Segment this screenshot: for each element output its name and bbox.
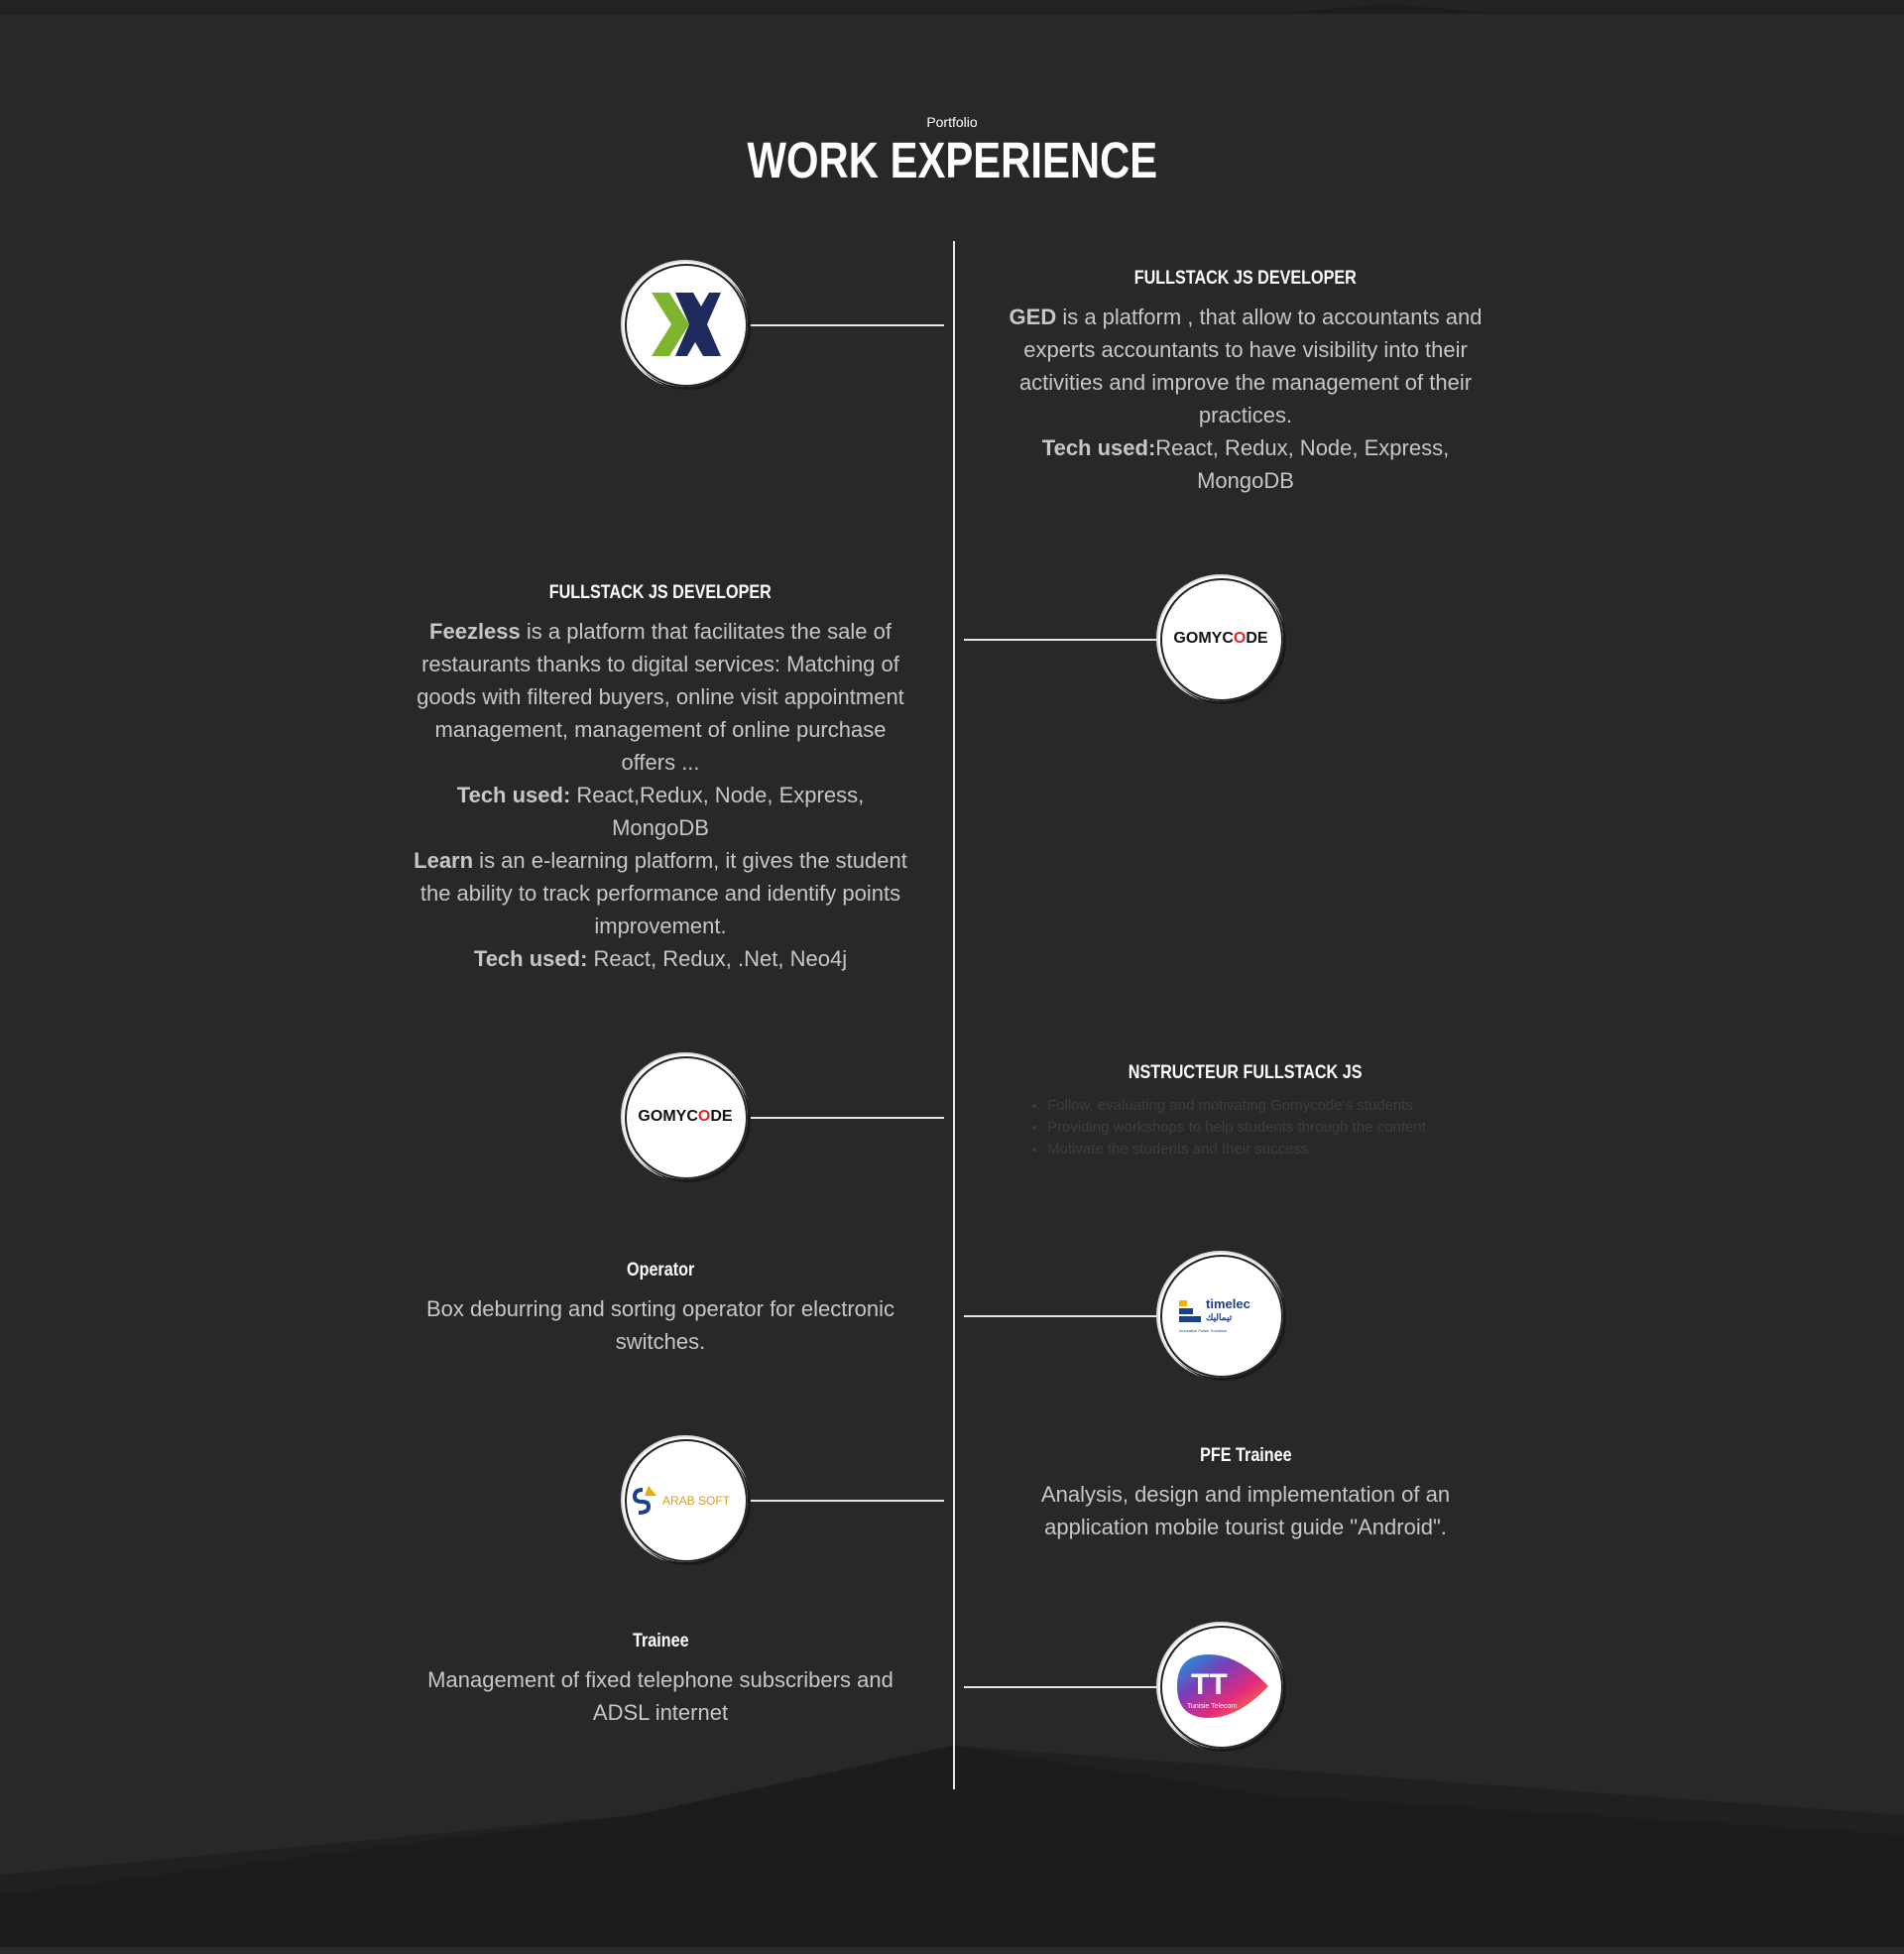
job-title: Trainee <box>632 1631 689 1651</box>
timeline-connector <box>964 639 1158 641</box>
job-description: Feezless is a platform that facilitates … <box>416 619 904 775</box>
timeline-item-6: Trainee Management of fixed telephone su… <box>413 1623 908 1729</box>
top-decoration <box>0 0 1904 14</box>
tech-used: Tech used:React, Redux, Node, Express, M… <box>1041 435 1450 493</box>
timeline-connector <box>750 1500 944 1502</box>
tt-logo-text: TT <box>1191 1668 1228 1701</box>
timeline-item-4: Operator Box deburring and sorting opera… <box>413 1252 908 1358</box>
timeline-item-1: FULLSTACK JS DEVELOPER GED is a platform… <box>998 260 1493 497</box>
x-company-logo <box>623 262 748 387</box>
timelec-logo-text: timelec <box>1206 1296 1250 1311</box>
gomycode-logo-text: GOMYCODE <box>638 1108 733 1125</box>
list-item: Providing workshops to help students thr… <box>1047 1117 1493 1139</box>
section-subtitle: Portfolio <box>926 114 978 130</box>
list-item: Follow, evaluating and motivating Gomyco… <box>1047 1095 1493 1117</box>
timeline-connector <box>750 324 944 326</box>
timelec-logo-subtext: Innovative Power Solutions <box>1179 1328 1227 1333</box>
arabsoft-logo-text: ARAB SOFT <box>662 1494 731 1508</box>
tt-logo-subtext: Tunisie Telecom <box>1187 1703 1237 1710</box>
job-description: Management of fixed telephone subscriber… <box>427 1667 893 1725</box>
tech-used: Tech used: React, Redux, .Net, Neo4j <box>473 946 848 971</box>
job-description: Box deburring and sorting operator for e… <box>425 1296 895 1354</box>
list-item: Motivate the students and their success <box>1047 1139 1493 1160</box>
tunisie-telecom-logo-icon: TT Tunisie Telecom <box>1177 1654 1268 1718</box>
gomycode-accent-letter: O <box>1233 630 1247 647</box>
timelec-logo: timelec تيماليك Innovative Power Solutio… <box>1158 1253 1283 1378</box>
arabsoft-logo-icon: ARAB SOFT <box>632 1486 731 1515</box>
timeline-item-3: NSTRUCTEUR FULLSTACK JS Follow, evaluati… <box>998 1054 1493 1160</box>
job-title: Operator <box>626 1260 695 1281</box>
job-description: GED is a platform , that allow to accoun… <box>1009 305 1483 427</box>
job-bullets: Follow, evaluating and motivating Gomyco… <box>998 1095 1493 1160</box>
job-description: Analysis, design and implementation of a… <box>1040 1482 1451 1539</box>
gomycode-logo-text: GOMYCODE <box>1173 630 1268 647</box>
svg-text:تيماليك: تيماليك <box>1206 1312 1233 1322</box>
timeline-connector <box>750 1117 944 1119</box>
section-title: WORK EXPERIENCE <box>747 132 1158 188</box>
timeline-axis <box>953 241 955 1789</box>
gomycode-logo: GOMYCODE <box>623 1054 748 1179</box>
work-experience-section: Portfolio WORK EXPERIENCE FULLSTACK JS D… <box>0 0 1904 1954</box>
timeline-item-2: FULLSTACK JS DEVELOPER Feezless is a pla… <box>413 574 908 975</box>
x-logo-icon <box>652 293 721 356</box>
timelec-logo-icon: timelec تيماليك Innovative Power Solutio… <box>1179 1296 1250 1333</box>
arabsoft-logo: ARAB SOFT <box>623 1437 748 1562</box>
gomycode-logo: GOMYCODE <box>1158 576 1283 701</box>
timeline-item-5: PFE Trainee Analysis, design and impleme… <box>998 1437 1493 1543</box>
job-description: Learn is an e-learning platform, it give… <box>414 848 907 938</box>
bottom-decoration <box>0 1746 1904 1954</box>
job-title: NSTRUCTEUR FULLSTACK JS <box>1129 1062 1363 1083</box>
timeline-connector <box>964 1686 1158 1688</box>
job-title: FULLSTACK JS DEVELOPER <box>1133 268 1358 289</box>
timeline-connector <box>964 1315 1158 1317</box>
tunisie-telecom-logo: TT Tunisie Telecom <box>1158 1624 1283 1749</box>
tech-used: Tech used: React,Redux, Node, Express, M… <box>456 783 865 840</box>
gomycode-accent-letter: O <box>697 1108 711 1125</box>
job-title: PFE Trainee <box>1199 1445 1292 1466</box>
job-title: FULLSTACK JS DEVELOPER <box>548 582 773 603</box>
